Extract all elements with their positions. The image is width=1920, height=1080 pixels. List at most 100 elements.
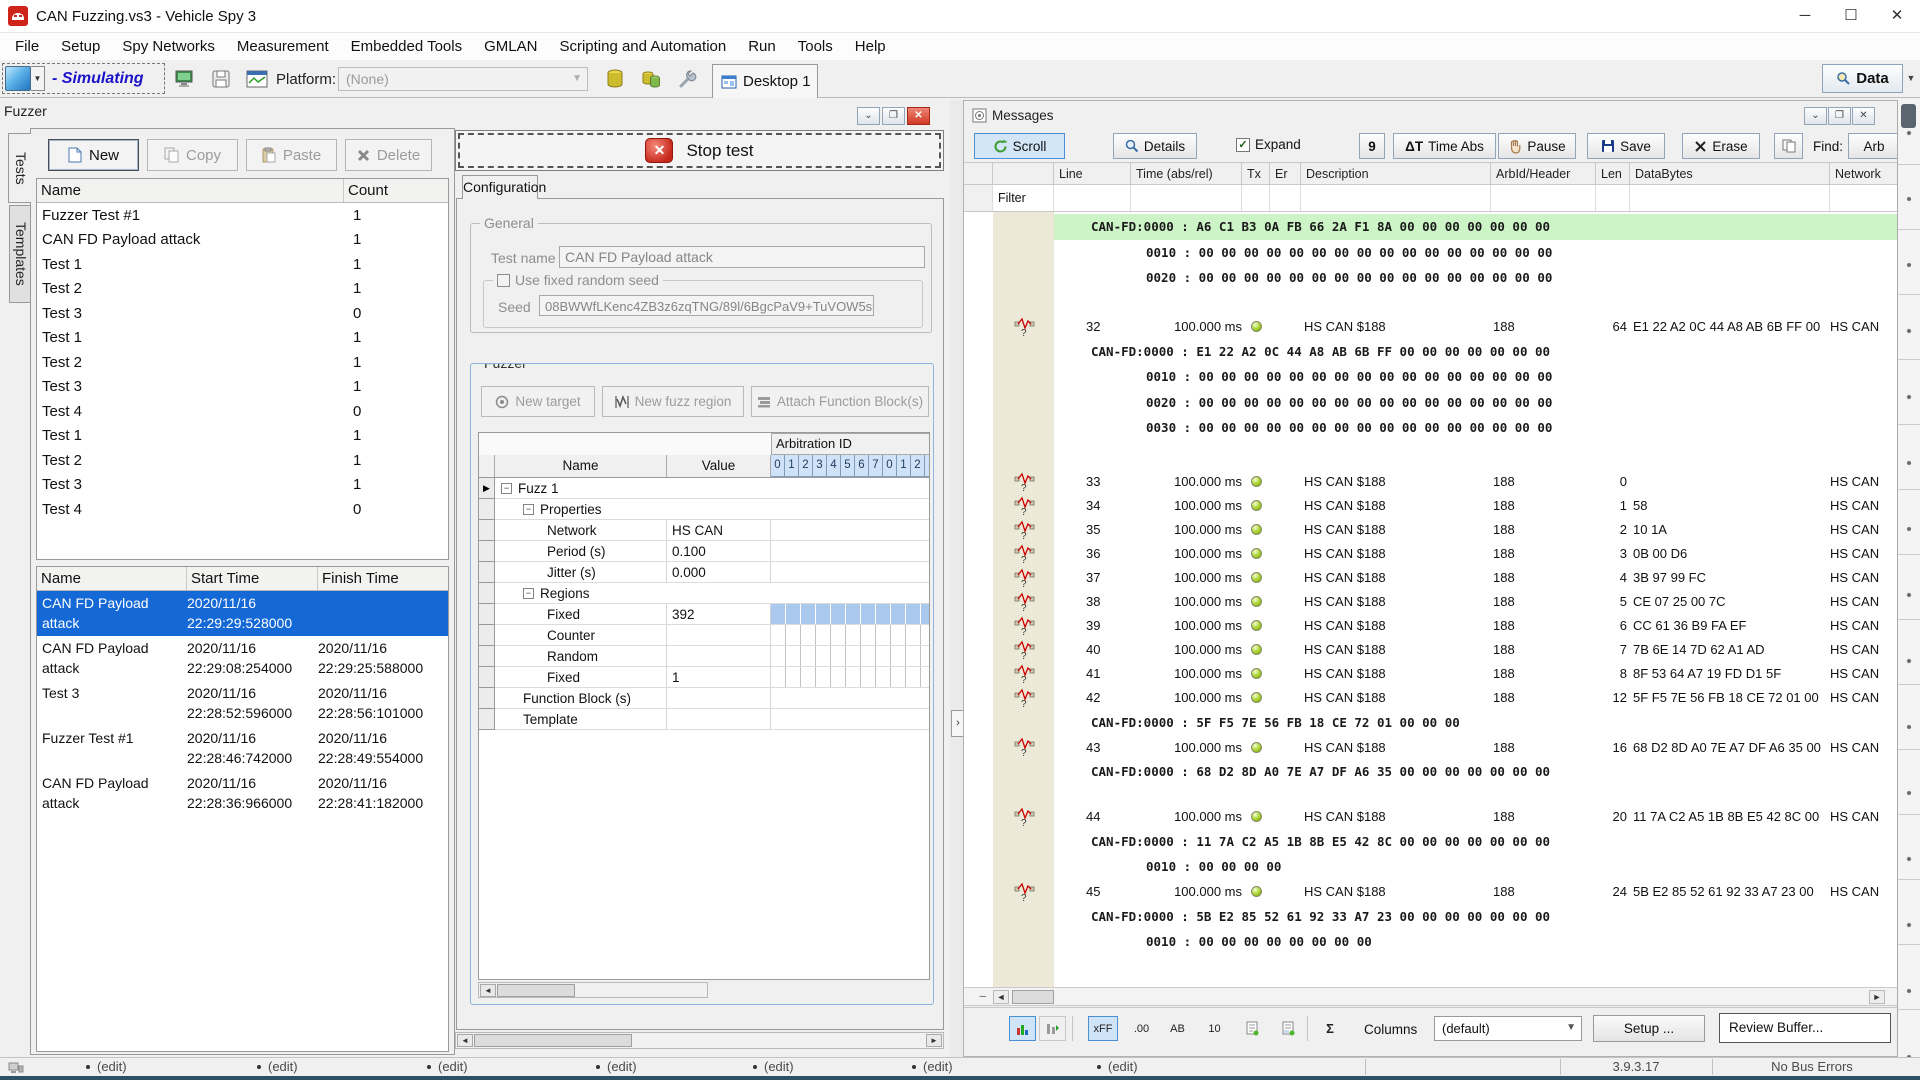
column-header-arbitration-id[interactable]: Arbitration ID xyxy=(771,433,929,455)
column-header-start-time[interactable]: Start Time xyxy=(187,567,318,590)
bit-column-header[interactable]: 3 xyxy=(925,455,929,477)
fuzz-bits-cell[interactable] xyxy=(771,604,929,624)
review-buffer-button[interactable]: Review Buffer... xyxy=(1719,1013,1891,1043)
docked-edge-strip[interactable] xyxy=(1897,100,1920,1057)
interpret-message-icon[interactable] xyxy=(1238,1016,1265,1041)
stats-view-icon[interactable] xyxy=(1009,1016,1036,1041)
copy-messages-button[interactable] xyxy=(1774,133,1803,159)
message-row[interactable]: ?34100.000 msHS CAN $188188158HS CAN xyxy=(964,494,1897,518)
fuzz-grid-row[interactable]: ▶−Fuzz 1 xyxy=(479,478,929,499)
find-arb-button[interactable]: Arb xyxy=(1848,133,1897,159)
save-setup-icon[interactable] xyxy=(206,65,236,93)
bit-column-header[interactable]: 2 xyxy=(911,455,925,477)
message-row[interactable]: ?37100.000 msHS CAN $18818843B 97 99 FCH… xyxy=(964,566,1897,590)
menu-item-setup[interactable]: Setup xyxy=(50,38,111,55)
filter-cell[interactable] xyxy=(1270,185,1301,211)
messages-window-restore-icon[interactable]: ❐ xyxy=(1828,107,1851,125)
message-row[interactable]: ?38100.000 msHS CAN $1881885CE 07 25 00 … xyxy=(964,590,1897,614)
menu-item-measurement[interactable]: Measurement xyxy=(226,38,340,55)
minimize-button[interactable]: ─ xyxy=(1782,0,1828,32)
message-row[interactable]: ?35100.000 msHS CAN $188188210 1AHS CAN xyxy=(964,518,1897,542)
scroll-right-icon[interactable]: ► xyxy=(926,1034,942,1047)
message-hex-row[interactable]: CAN-FD:0000 : 5F F5 7E 56 FB 18 CE 72 01… xyxy=(964,710,1897,736)
fuzz-bits-cell[interactable] xyxy=(771,625,929,645)
fuzz-value-cell[interactable]: HS CAN xyxy=(667,520,771,540)
bit-column-header[interactable]: 7 xyxy=(869,455,883,477)
bit-column-header[interactable]: 0 xyxy=(771,455,785,477)
fuzz-value-cell[interactable]: 0.000 xyxy=(667,562,771,582)
table-row[interactable]: Test 31 xyxy=(37,375,448,400)
message-hex-row[interactable]: CAN-FD:0000 : A6 C1 B3 0A FB 66 2A F1 8A… xyxy=(964,214,1897,240)
column-header-finish-time[interactable]: Finish Time xyxy=(318,567,448,590)
message-hex-row[interactable]: 0020 : 00 00 00 00 00 00 00 00 00 00 00 … xyxy=(964,390,1897,416)
messages-filter-row[interactable]: Filter xyxy=(964,185,1897,212)
message-row[interactable]: ?40100.000 msHS CAN $18818877B 6E 14 7D … xyxy=(964,638,1897,662)
filter-cell[interactable] xyxy=(1242,185,1270,211)
message-row[interactable]: ?44100.000 msHS CAN $1881882011 7A C2 A5… xyxy=(964,805,1897,829)
fuzz-bits-cell[interactable] xyxy=(771,562,929,582)
fuzz-grid-row[interactable]: Fixed392 xyxy=(479,604,929,625)
message-row[interactable]: ?43100.000 msHS CAN $1881881668 D2 8D A0… xyxy=(964,735,1897,759)
message-row[interactable]: ?45100.000 msHS CAN $188188245B E2 85 52… xyxy=(964,880,1897,904)
filter-cell[interactable] xyxy=(1491,185,1596,211)
wrench-icon[interactable] xyxy=(672,65,702,93)
fuzz-value-cell[interactable] xyxy=(667,688,771,708)
fuzz-bits-cell[interactable] xyxy=(771,688,929,708)
fuzz-grid-hscrollbar[interactable]: ◄ xyxy=(478,982,708,998)
fuzz-bits-cell[interactable] xyxy=(771,667,929,687)
fuzzer-window-menu-icon[interactable]: ⌄ xyxy=(857,107,880,125)
message-hex-row[interactable]: CAN-FD:0000 : 5B E2 85 52 61 92 33 A7 23… xyxy=(964,904,1897,930)
bit-column-header[interactable]: 4 xyxy=(827,455,841,477)
new-fuzz-region-button[interactable]: New fuzz region xyxy=(602,386,744,417)
column-header-run-name[interactable]: Name xyxy=(37,567,187,590)
expand-checkbox[interactable]: ✓ xyxy=(1236,138,1250,152)
message-hex-row[interactable]: CAN-FD:0000 : 68 D2 8D A0 7E A7 DF A6 35… xyxy=(964,759,1897,785)
table-row[interactable]: CAN FD Payload attack2020/11/16 22:28:36… xyxy=(37,771,448,816)
fuzz-grid-row[interactable]: −Properties xyxy=(479,499,929,520)
table-row[interactable]: Fuzzer Test #11 xyxy=(37,203,448,228)
copy-button[interactable]: Copy xyxy=(147,139,238,171)
column-header-time-abs-rel-[interactable]: Time (abs/rel) xyxy=(1131,163,1242,184)
menu-item-embedded-tools[interactable]: Embedded Tools xyxy=(340,38,473,55)
filter-cell[interactable] xyxy=(1596,185,1630,211)
message-row[interactable]: ?36100.000 msHS CAN $18818830B 00 D6HS C… xyxy=(964,542,1897,566)
fuzz-grid-row[interactable]: −Regions xyxy=(479,583,929,604)
details-button[interactable]: Details xyxy=(1113,133,1197,159)
message-hex-row[interactable]: CAN-FD:0000 : 11 7A C2 A5 1B 8B E5 42 8C… xyxy=(964,829,1897,855)
table-row[interactable]: CAN FD Payload attack1 xyxy=(37,228,448,253)
bit-column-header[interactable]: 3 xyxy=(813,455,827,477)
column-header-er[interactable]: Er xyxy=(1270,163,1301,184)
seed-field[interactable]: 08BWWfLKenc4ZB3z6zqTNG/89l/6BgcPaV9+TuVO… xyxy=(539,295,874,316)
messages-scroll-thumb[interactable] xyxy=(1012,990,1054,1004)
fuzz-grid-row[interactable]: Jitter (s)0.000 xyxy=(479,562,929,583)
column-header-len[interactable]: Len xyxy=(1596,163,1630,184)
message-row[interactable]: ?39100.000 msHS CAN $1881886CC 61 36 B9 … xyxy=(964,614,1897,638)
bit-column-header[interactable]: 1 xyxy=(897,455,911,477)
collapse-icon[interactable]: ─ xyxy=(975,990,991,1004)
scroll-left-icon[interactable]: ◄ xyxy=(480,984,496,997)
graph-window-icon[interactable] xyxy=(242,65,272,93)
ascii-display-button[interactable]: AB xyxy=(1164,1016,1191,1041)
bit-column-header[interactable]: 5 xyxy=(841,455,855,477)
menu-item-scripting-and-automation[interactable]: Scripting and Automation xyxy=(548,38,737,55)
online-dropdown-arrow-icon[interactable]: ▼ xyxy=(31,66,45,91)
tab-tests[interactable]: Tests xyxy=(8,133,31,203)
scroll-left-icon[interactable]: ◄ xyxy=(993,990,1009,1004)
column-header-network[interactable]: Network xyxy=(1830,163,1897,184)
message-hex-row[interactable]: 0010 : 00 00 00 00 00 00 00 00 xyxy=(964,929,1897,955)
column-header-count[interactable]: Count xyxy=(344,179,448,202)
message-hex-row[interactable]: 0010 : 00 00 00 00 00 00 00 00 00 00 00 … xyxy=(964,240,1897,266)
fuzzer-window-close-icon[interactable]: ✕ xyxy=(907,107,930,125)
test-name-field[interactable]: CAN FD Payload attack xyxy=(559,246,925,268)
fuzz-value-cell[interactable] xyxy=(667,625,771,645)
menu-item-tools[interactable]: Tools xyxy=(787,38,844,55)
table-row[interactable]: Test 32020/11/16 22:28:52:5960002020/11/… xyxy=(37,681,448,726)
save-button[interactable]: Save xyxy=(1587,133,1665,159)
databases-icon[interactable] xyxy=(636,65,666,93)
fuzz-bits-cell[interactable] xyxy=(771,520,929,540)
new-button[interactable]: New xyxy=(48,139,139,171)
column-header-arbid-header[interactable]: ArbId/Header xyxy=(1491,163,1596,184)
menu-item-spy-networks[interactable]: Spy Networks xyxy=(111,38,226,55)
columns-select[interactable]: (default) ▼ xyxy=(1434,1016,1582,1041)
expand-checkbox-group[interactable]: ✓ Expand xyxy=(1236,137,1301,152)
